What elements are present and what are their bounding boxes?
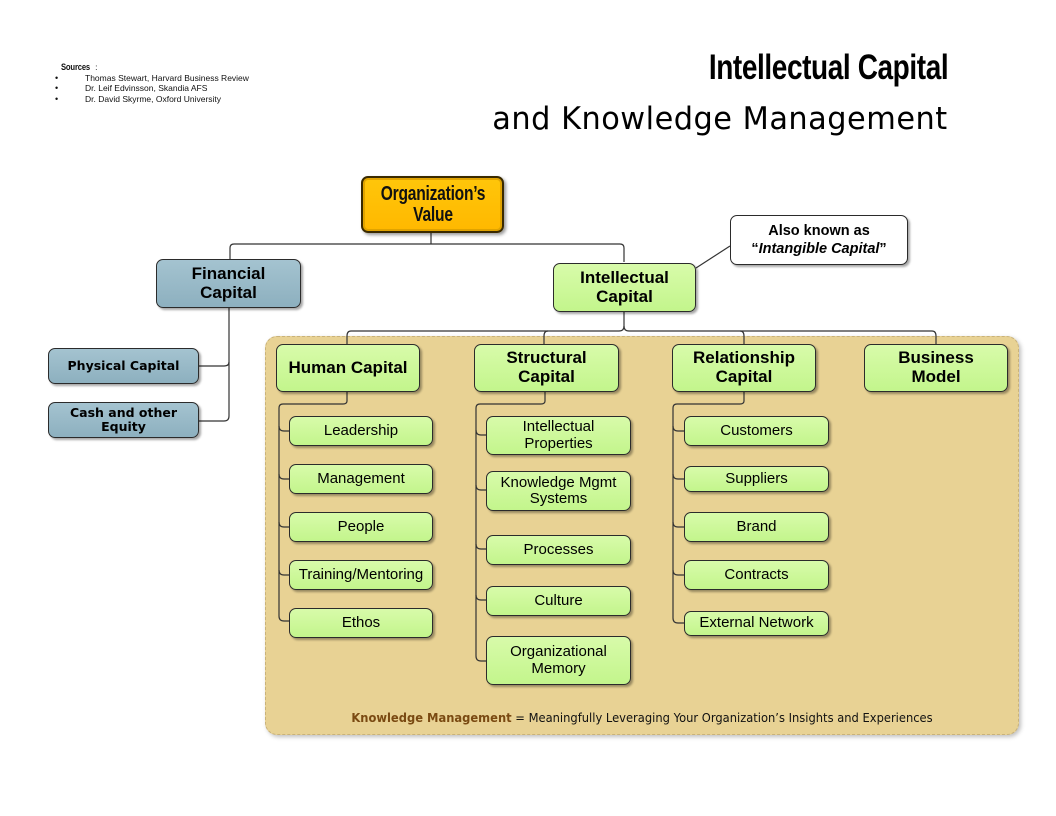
node-processes[interactable]: Processes — [486, 535, 631, 565]
node-label: Financial Capital — [191, 263, 266, 302]
node-label-line: Relationship — [692, 348, 795, 368]
node-label-line: Capital — [518, 367, 575, 386]
node-intellectual-properties[interactable]: Intellectual Properties — [486, 416, 631, 455]
node-label-line: Systems — [529, 490, 588, 507]
node-label: Knowledge Mgmt Systems — [500, 473, 617, 508]
node-label-line: Memory — [531, 659, 586, 677]
node-knowledge-mgmt-systems[interactable]: Knowledge Mgmt Systems — [486, 471, 631, 511]
sources-heading-colon: : — [95, 62, 98, 72]
node-label-line: Organizational — [510, 643, 607, 660]
node-label: Business Model — [898, 349, 974, 386]
callout-intangible-capital: Also known as “Intangible Capital” — [730, 215, 908, 265]
node-label: Intellectual Properties — [522, 418, 595, 452]
node-label-line: Capital — [596, 286, 653, 306]
node-label-line: Capital — [715, 367, 773, 386]
node-culture[interactable]: Culture — [486, 586, 631, 616]
sources-heading: Sources — [61, 62, 91, 72]
node-label: Organization’s Value — [380, 182, 485, 226]
node-cash-and-other-equity[interactable]: Cash and other Equity — [48, 402, 199, 438]
node-label-line: Structural — [506, 348, 587, 368]
node-label: Physical Capital — [67, 358, 180, 374]
sources-list: Thomas Stewart, Harvard Business Review … — [55, 73, 249, 105]
connector-root-financial — [229, 243, 431, 260]
node-label-line: Organization’s — [380, 182, 485, 205]
node-external-network[interactable]: External Network — [684, 611, 829, 636]
node-label-line: Financial — [191, 263, 266, 283]
callout-emphasis: Intangible Capital — [758, 241, 880, 257]
node-label: Structural Capital — [506, 349, 586, 386]
node-leadership[interactable]: Leadership — [289, 416, 433, 446]
node-label: Cash and other Equity — [69, 405, 178, 434]
km-term: Knowledge Management — [351, 710, 512, 725]
node-relationship-capital[interactable]: Relationship Capital — [672, 344, 816, 392]
node-label: Culture — [534, 591, 583, 609]
node-customers[interactable]: Customers — [684, 416, 829, 446]
node-label: Processes — [523, 540, 594, 558]
node-label: Training/Mentoring — [298, 565, 424, 583]
node-intellectual-capital[interactable]: Intellectual Capital — [553, 263, 696, 312]
node-label-line: Human Capital — [288, 357, 408, 377]
node-label-line: Intellectual — [580, 267, 669, 287]
knowledge-management-definition: Knowledge Management = Meaningfully Leve… — [295, 710, 989, 725]
node-label: Brand — [736, 517, 777, 535]
quote-mark: ” — [879, 241, 887, 257]
node-label: Leadership — [323, 421, 399, 439]
km-definition: = Meaningfully Leveraging Your Organizat… — [511, 710, 933, 725]
node-human-capital[interactable]: Human Capital — [276, 344, 420, 392]
source-item: Dr. Leif Edvinsson, Skandia AFS — [55, 83, 249, 94]
node-label: Contracts — [724, 565, 789, 583]
node-label: People — [337, 517, 385, 535]
node-suppliers[interactable]: Suppliers — [684, 466, 829, 492]
node-business-model[interactable]: Business Model — [864, 344, 1008, 392]
node-label: Organizational Memory — [510, 643, 607, 677]
connector-financial-physical — [199, 361, 230, 367]
node-training-mentoring[interactable]: Training/Mentoring — [289, 560, 433, 590]
node-label-line: Model — [911, 367, 961, 386]
node-ethos[interactable]: Ethos — [289, 608, 433, 638]
node-physical-capital[interactable]: Physical Capital — [48, 348, 199, 384]
node-label: Management — [317, 469, 405, 487]
node-label-line: Intellectual — [522, 418, 595, 435]
connector-financial-trunk — [199, 306, 230, 422]
callout-text: Also known as “Intangible Capital” — [751, 222, 886, 258]
callout-pointer — [695, 245, 731, 269]
node-label: Intellectual Capital — [580, 267, 669, 306]
node-management[interactable]: Management — [289, 464, 433, 494]
callout-line: Also known as — [768, 222, 870, 239]
node-label: Human Capital — [288, 357, 408, 378]
node-organizational-memory[interactable]: Organizational Memory — [486, 636, 631, 685]
node-brand[interactable]: Brand — [684, 512, 829, 542]
source-item: Dr. David Skyrme, Oxford University — [55, 94, 249, 105]
sources-block: Sources: Thomas Stewart, Harvard Busines… — [55, 62, 249, 104]
node-contracts[interactable]: Contracts — [684, 560, 829, 590]
node-label: Ethos — [341, 613, 381, 631]
node-structural-capital[interactable]: Structural Capital — [474, 344, 619, 392]
node-label-line: Knowledge Mgmt — [500, 473, 617, 491]
node-people[interactable]: People — [289, 512, 433, 542]
quote-mark: “ — [751, 241, 759, 257]
callout-line: “Intangible Capital” — [751, 240, 886, 258]
node-label-line: Value — [412, 203, 453, 226]
node-label: Customers — [720, 421, 793, 439]
node-label-line: Capital — [200, 282, 257, 302]
source-item: Thomas Stewart, Harvard Business Review — [55, 73, 249, 84]
node-label-line: Properties — [524, 434, 593, 452]
page-subtitle: and Knowledge Management — [492, 101, 948, 137]
node-label: Relationship Capital — [693, 349, 795, 386]
node-label-line: Business — [898, 348, 974, 368]
node-organizations-value[interactable]: Organization’s Value — [361, 176, 504, 233]
node-financial-capital[interactable]: Financial Capital — [156, 259, 301, 308]
connector-root-intellectual — [431, 243, 625, 262]
page-title: Intellectual Capital — [708, 48, 949, 87]
node-label: External Network — [699, 614, 814, 632]
node-label: Suppliers — [725, 469, 788, 487]
